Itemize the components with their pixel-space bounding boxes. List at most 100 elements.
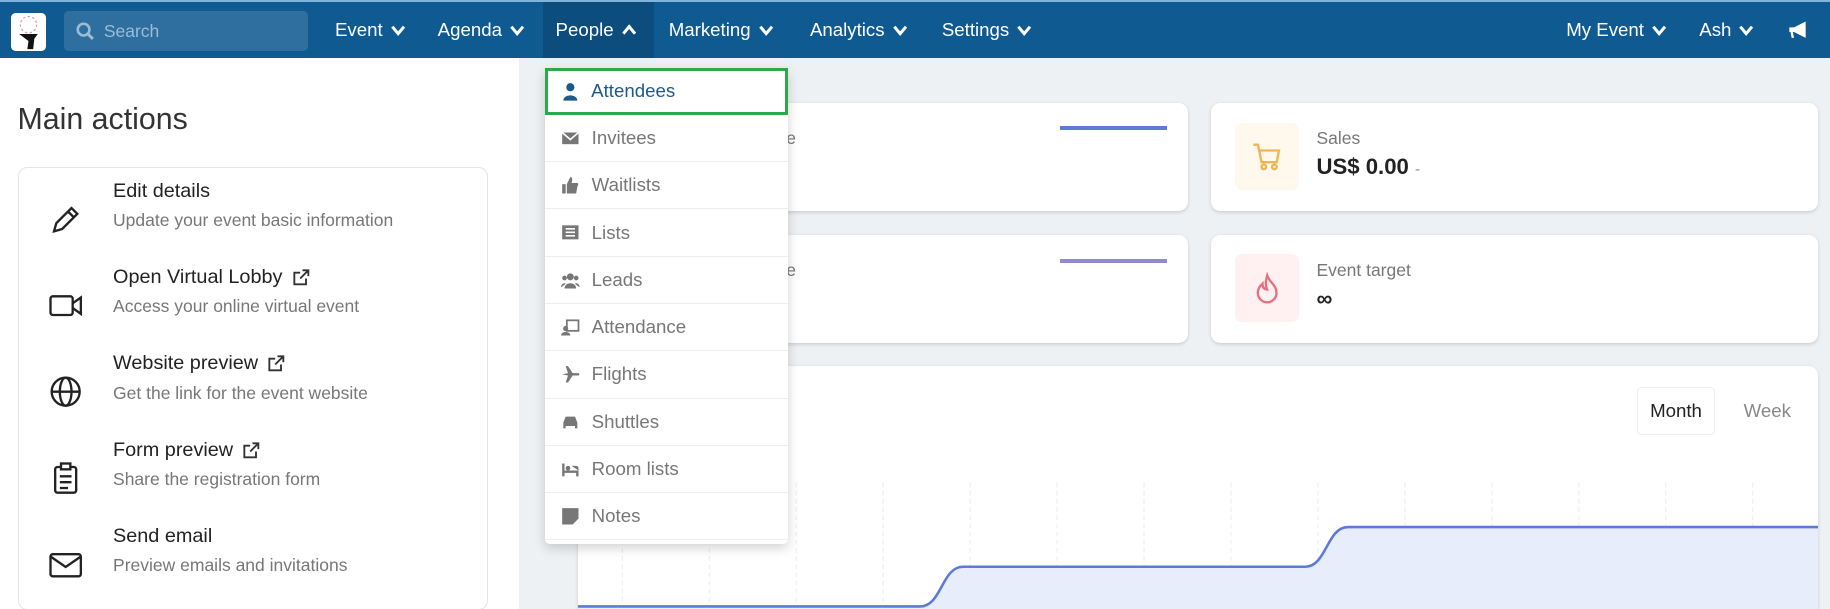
people-menu-item-attendance[interactable]: Attendance <box>545 304 788 352</box>
action-website-preview[interactable]: Website preview Get the link for the eve… <box>19 352 487 434</box>
nav-label: Settings <box>941 19 1010 40</box>
menu-item-label: Flights <box>591 363 647 385</box>
people-menu-item-waitlists[interactable]: Waitlists <box>545 162 788 210</box>
external-link-icon <box>293 269 310 286</box>
chevron-down-icon <box>1739 25 1754 36</box>
nav-user-menu[interactable]: Ash <box>1686 2 1767 58</box>
video-camera-icon <box>48 295 82 317</box>
chevron-down-icon <box>510 25 525 36</box>
action-subtitle: Update your event basic information <box>113 209 394 230</box>
people-menu-item-attendees[interactable]: Attendees <box>545 67 788 115</box>
sales-icon-box <box>1234 122 1299 191</box>
external-link-icon <box>243 442 260 459</box>
menu-item-label: Room lists <box>591 457 679 479</box>
sparkline <box>1059 259 1168 263</box>
megaphone-icon <box>1789 21 1806 39</box>
action-subtitle: Get the link for the event website <box>113 382 368 403</box>
nav-my-event[interactable]: My Event <box>1553 2 1680 58</box>
stat-card-event-target: Event target ∞ <box>1211 234 1819 344</box>
target-label: Event target <box>1316 260 1411 281</box>
people-menu-item-lists[interactable]: Lists <box>545 209 788 257</box>
action-title: Send email <box>113 525 213 547</box>
external-link-icon <box>268 355 285 372</box>
nav-label: Ash <box>1699 19 1732 40</box>
menu-item-label: Notes <box>591 505 641 527</box>
nav-label: Analytics <box>809 19 885 40</box>
nav-label: People <box>555 19 614 40</box>
nav-label: Agenda <box>437 19 502 40</box>
nav-people[interactable]: People <box>542 2 654 59</box>
chevron-down-icon <box>892 25 907 36</box>
sales-value: US$ 0.00 - <box>1316 154 1420 180</box>
main-actions-title: Main actions <box>17 102 188 136</box>
nav-agenda[interactable]: Agenda <box>425 2 538 58</box>
globe-icon <box>50 376 81 408</box>
main-actions-panel: Main actions Edit details Update your ev… <box>0 58 520 609</box>
action-open-virtual-lobby[interactable]: Open Virtual Lobby Access your online vi… <box>19 266 487 348</box>
sparkline <box>1059 126 1168 130</box>
menu-item-label: Attendees <box>591 80 676 102</box>
envelope-icon <box>48 553 82 578</box>
people-dropdown-menu: Attendees Invitees Waitlists Lists Leads Atte… <box>545 67 788 544</box>
sales-amount: US$ 0.00 <box>1316 154 1409 180</box>
action-subtitle: Share the registration form <box>113 468 321 489</box>
nav-marketing[interactable]: Marketing <box>656 2 787 58</box>
action-send-email[interactable]: Send email Preview emails and invitation… <box>19 525 487 607</box>
pencil-icon <box>51 205 79 233</box>
menu-item-label: Waitlists <box>591 174 661 196</box>
people-menu-item-leads[interactable]: Leads <box>545 257 788 305</box>
users-icon <box>561 272 581 289</box>
main-actions-card: Edit details Update your event basic inf… <box>17 166 488 609</box>
people-menu-item-shuttles[interactable]: Shuttles <box>545 399 788 446</box>
action-edit-details[interactable]: Edit details Update your event basic inf… <box>19 180 487 262</box>
action-title: Form preview <box>113 438 234 461</box>
note-icon <box>562 508 579 525</box>
people-menu-item-room-lists[interactable]: Room lists <box>545 446 788 494</box>
chevron-up-icon <box>621 24 636 35</box>
action-form-preview[interactable]: Form preview Share the registration form <box>19 439 487 521</box>
menu-item-label: Leads <box>591 268 643 290</box>
stat-card-sales: Sales US$ 0.00 - <box>1211 102 1819 212</box>
menu-item-label: Invitees <box>591 127 656 149</box>
action-subtitle: Access your online virtual event <box>113 296 360 317</box>
menu-item-label: Attendance <box>591 316 687 338</box>
search-icon <box>76 22 94 40</box>
chevron-down-icon <box>390 25 405 36</box>
car-icon <box>563 417 578 429</box>
search-input[interactable]: Search <box>64 11 309 51</box>
nav-event[interactable]: Event <box>322 2 419 58</box>
menu-item-label: Lists <box>591 221 631 243</box>
action-title: Open Virtual Lobby <box>113 265 283 288</box>
people-menu-item-notes[interactable]: Notes <box>545 493 788 541</box>
sales-delta: - <box>1415 161 1421 179</box>
nav-analytics[interactable]: Analytics <box>797 2 921 58</box>
chevron-down-icon <box>758 25 773 36</box>
app-logo[interactable] <box>10 12 46 51</box>
action-title: Edit details <box>113 179 211 202</box>
fire-icon <box>1256 271 1278 304</box>
people-menu-item-invitees[interactable]: Invitees <box>545 115 788 163</box>
user-icon <box>563 83 578 101</box>
menu-item-label: Shuttles <box>591 410 660 432</box>
chevron-down-icon <box>1652 25 1667 36</box>
people-menu-item-flights[interactable]: Flights <box>545 351 788 399</box>
nav-label: Event <box>334 19 383 40</box>
attendance-icon <box>561 319 580 336</box>
nav-settings[interactable]: Settings <box>929 2 1045 58</box>
nav-label: Marketing <box>668 19 751 40</box>
chevron-down-icon <box>1017 25 1032 36</box>
shopping-cart-icon <box>1252 143 1280 171</box>
plane-icon <box>562 366 580 383</box>
envelope-icon <box>561 131 580 144</box>
bed-icon <box>562 463 579 476</box>
announcements-button[interactable] <box>1774 2 1823 58</box>
target-icon-box <box>1234 254 1299 323</box>
clipboard-icon <box>53 461 77 494</box>
top-nav: Search Event Agenda People Marketing Ana… <box>0 0 1830 59</box>
target-value: ∞ <box>1316 285 1333 311</box>
sales-label: Sales <box>1316 128 1361 149</box>
nav-label: My Event <box>1566 19 1644 40</box>
thumbs-up-icon <box>562 177 579 194</box>
action-title: Website preview <box>113 352 259 375</box>
search-placeholder: Search <box>103 20 160 41</box>
